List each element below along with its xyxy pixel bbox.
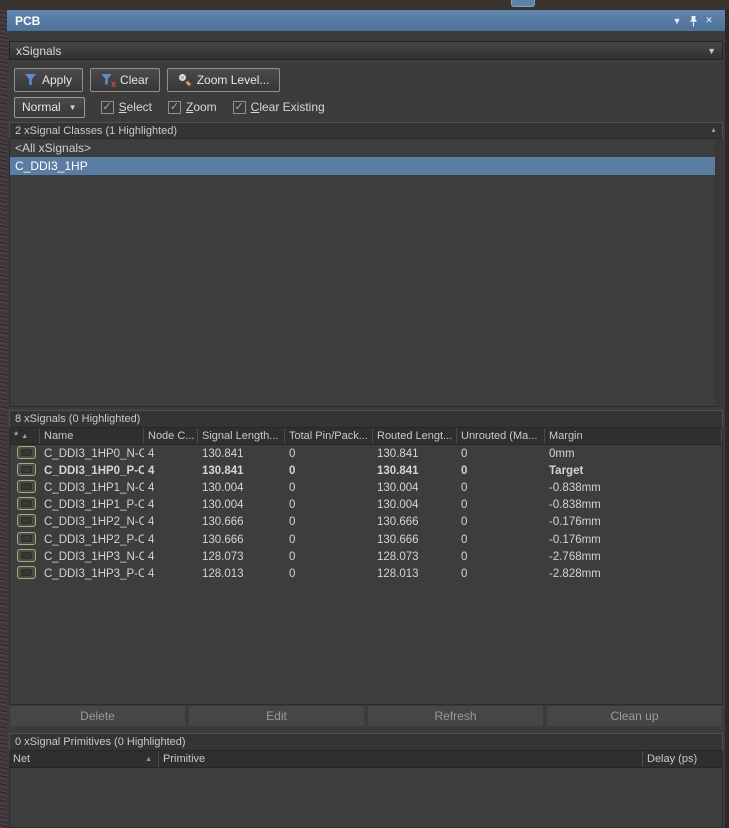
xsignal-icon — [17, 463, 36, 476]
chevron-down-icon: ▼ — [69, 103, 77, 112]
sort-column-header[interactable]: * ▲ — [10, 428, 40, 444]
table-row[interactable]: C_DDI3_1HP3_P-C_D 4 128.013 0 128.013 0 … — [10, 565, 722, 582]
xsignals-actions: Delete Edit Refresh Clean up — [9, 705, 723, 727]
selected-class-label: C_DDI3_1HP — [15, 159, 88, 173]
column-header-margin[interactable]: Margin — [545, 428, 722, 444]
zoom-level-label: Zoom Level... — [197, 73, 270, 87]
pcb-panel: PCB ▼ ✕ xSignals ▼ Apply x Clear Zoom Le… — [7, 10, 726, 828]
xsignals-section-header[interactable]: 8 xSignals (0 Highlighted) — [9, 410, 723, 428]
panel-menu-chevron-down-icon[interactable]: ▼ — [669, 16, 685, 26]
column-header-total-pin[interactable]: Total Pin/Pack... — [285, 428, 373, 444]
chevron-down-icon: ▼ — [707, 46, 716, 56]
column-header-unrouted[interactable]: Unrouted (Ma... — [457, 428, 545, 444]
xsignal-icon — [17, 532, 36, 545]
primitives-section-header[interactable]: 0 xSignal Primitives (0 Highlighted) — [9, 733, 723, 751]
xsignal-icon — [17, 497, 36, 510]
options-row: Normal ▼ ✓ Select ✓ Zoom ✓ Clear Existin… — [9, 96, 723, 118]
clear-button[interactable]: x Clear — [90, 68, 160, 92]
clear-label: Clear — [120, 73, 149, 87]
column-header-net[interactable]: Net ▲ — [9, 751, 159, 767]
window-tab-fragment — [511, 0, 535, 7]
table-row[interactable]: C_DDI3_1HP0_N-C_D 4 130.841 0 130.841 0 … — [10, 445, 722, 462]
column-header-routed[interactable]: Routed Lengt... — [373, 428, 457, 444]
xsignal-icon — [17, 514, 36, 527]
xsignal-classes-list: <All xSignals> C_DDI3_1HP — [9, 139, 723, 407]
panel-mode-value: xSignals — [16, 44, 707, 58]
table-row[interactable]: C_DDI3_1HP1_P-C_D 4 130.004 0 130.004 0 … — [10, 497, 722, 514]
clear-existing-checkbox-item[interactable]: ✓ Clear Existing — [233, 100, 325, 114]
filter-toolbar: Apply x Clear Zoom Level... — [9, 67, 723, 92]
pcb-editor-background — [0, 10, 7, 828]
close-icon[interactable]: ✕ — [701, 15, 717, 26]
xsignals-section-title: 8 xSignals (0 Highlighted) — [15, 413, 717, 425]
zoom-checkbox-item[interactable]: ✓ Zoom — [168, 100, 217, 114]
panel-mode-select[interactable]: xSignals ▼ — [9, 41, 723, 60]
funnel-clear-icon: x — [101, 74, 114, 86]
table-row[interactable]: C_DDI3_1HP2_N-C_D 4 130.666 0 130.666 0 … — [10, 514, 722, 531]
primitives-table-header: Net ▲ Primitive Delay (ps) — [9, 751, 723, 768]
zoom-level-button[interactable]: Zoom Level... — [167, 68, 281, 92]
xsignals-table-header: * ▲ Name Node C... Signal Length... Tota… — [10, 428, 722, 445]
list-item-selected[interactable]: C_DDI3_1HP — [10, 157, 715, 175]
primitives-section-title: 0 xSignal Primitives (0 Highlighted) — [15, 736, 717, 748]
sort-asc-icon: ▲ — [145, 756, 152, 763]
column-header-name[interactable]: Name — [40, 428, 144, 444]
all-xsignals-label: <All xSignals> — [15, 141, 91, 155]
xsignal-icon — [17, 549, 36, 562]
xsignal-icon — [17, 446, 36, 459]
sort-asc-icon: ▲ — [21, 433, 28, 440]
xsignal-icon — [17, 566, 36, 579]
refresh-button[interactable]: Refresh — [367, 705, 544, 727]
funnel-icon — [25, 74, 36, 85]
column-header-delay[interactable]: Delay (ps) — [643, 751, 723, 767]
primitives-list-empty — [9, 768, 723, 828]
classes-section-header[interactable]: 2 xSignal Classes (1 Highlighted) ▲ — [9, 122, 723, 139]
apply-button[interactable]: Apply — [14, 68, 83, 92]
delete-button[interactable]: Delete — [9, 705, 186, 727]
table-row[interactable]: C_DDI3_1HP3_N-C_D 4 128.073 0 128.073 0 … — [10, 548, 722, 565]
table-row[interactable]: C_DDI3_1HP2_P-C_D 4 130.666 0 130.666 0 … — [10, 531, 722, 548]
checkbox-checked-icon[interactable]: ✓ — [101, 101, 114, 114]
column-header-signal-length[interactable]: Signal Length... — [198, 428, 285, 444]
xsignals-table: * ▲ Name Node C... Signal Length... Tota… — [9, 428, 723, 705]
checkbox-checked-icon[interactable]: ✓ — [233, 101, 246, 114]
select-label: Select — [119, 100, 152, 114]
select-checkbox-item[interactable]: ✓ Select — [101, 100, 152, 114]
checkbox-checked-icon[interactable]: ✓ — [168, 101, 181, 114]
zoom-label: Zoom — [186, 100, 217, 114]
mode-dropdown-value: Normal — [22, 100, 61, 114]
panel-title: PCB — [15, 14, 669, 28]
column-header-node-count[interactable]: Node C... — [144, 428, 198, 444]
clean-up-button[interactable]: Clean up — [546, 705, 723, 727]
panel-titlebar: PCB ▼ ✕ — [7, 10, 725, 31]
table-row-target[interactable]: C_DDI3_1HP0_P-C_D 4 130.841 0 130.841 0 … — [10, 462, 722, 479]
edit-button[interactable]: Edit — [188, 705, 365, 727]
column-header-primitive[interactable]: Primitive — [159, 751, 643, 767]
classes-section-title: 2 xSignal Classes (1 Highlighted) — [15, 125, 710, 137]
table-row[interactable]: C_DDI3_1HP1_N-C_D 4 130.004 0 130.004 0 … — [10, 479, 722, 496]
outer-top-strip — [0, 0, 729, 10]
apply-label: Apply — [42, 73, 72, 87]
mode-dropdown[interactable]: Normal ▼ — [14, 97, 85, 118]
magnifier-icon — [178, 73, 191, 86]
clear-existing-label: Clear Existing — [251, 100, 325, 114]
list-item[interactable]: <All xSignals> — [10, 139, 715, 157]
xsignal-icon — [17, 480, 36, 493]
collapse-icon[interactable]: ▲ — [710, 127, 717, 134]
pin-icon[interactable] — [685, 15, 701, 27]
